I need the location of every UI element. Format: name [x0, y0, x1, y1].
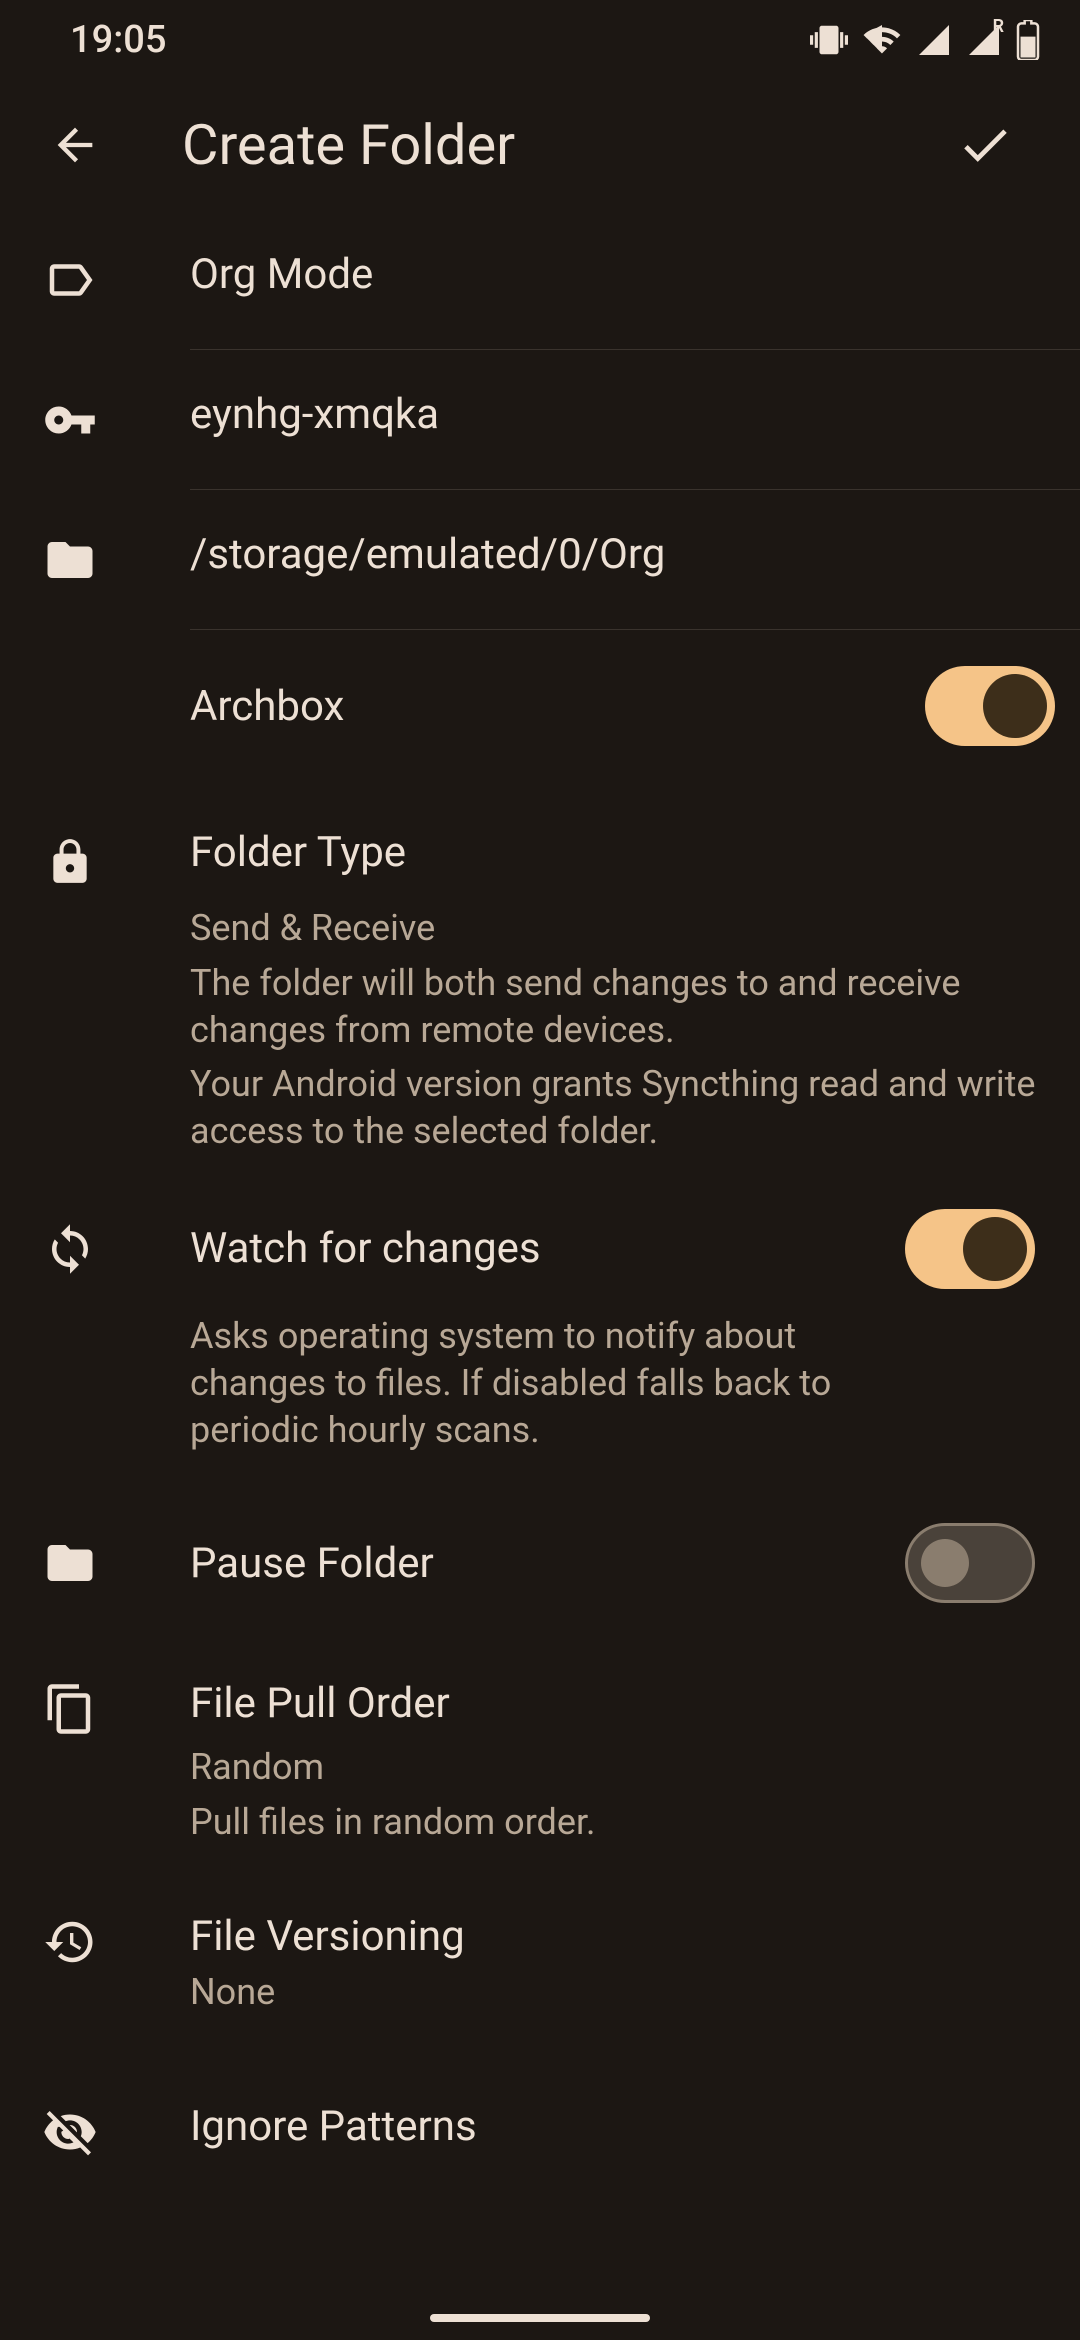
folder-icon	[40, 530, 100, 590]
signal-icon-1	[916, 22, 952, 58]
folder-type-desc1: The folder will both send changes to and…	[190, 960, 1040, 1054]
folder-id-value: eynhg-xmqka	[190, 390, 1040, 439]
pause-folder-toggle[interactable]	[905, 1523, 1035, 1603]
nav-handle[interactable]	[430, 2314, 650, 2322]
page-title: Create Folder	[182, 112, 950, 178]
arrow-back-icon	[49, 119, 101, 171]
pull-order-row[interactable]: File Pull Order Random Pull files in ran…	[0, 1643, 1080, 1882]
status-icons: R	[810, 20, 1040, 60]
pull-order-title: File Pull Order	[190, 1679, 1040, 1728]
folder-type-row[interactable]: Folder Type Send & Receive The folder wi…	[0, 782, 1080, 1185]
device-name: Archbox	[190, 682, 925, 731]
pause-folder-row[interactable]: Pause Folder	[0, 1483, 1080, 1643]
watch-changes-desc: Asks operating system to notify about ch…	[190, 1313, 1035, 1453]
watch-changes-toggle[interactable]	[905, 1209, 1035, 1289]
folder-type-title: Folder Type	[190, 828, 1040, 877]
folder-type-value: Send & Receive	[190, 905, 1040, 952]
watch-changes-title: Watch for changes	[190, 1224, 905, 1273]
versioning-row[interactable]: File Versioning None	[0, 1882, 1080, 2046]
check-icon	[956, 116, 1014, 174]
pause-folder-title: Pause Folder	[190, 1539, 897, 1588]
ignore-patterns-title: Ignore Patterns	[190, 2102, 1040, 2151]
folder-icon-2	[40, 1533, 100, 1593]
status-time: 19:05	[70, 18, 166, 62]
copy-icon	[40, 1679, 100, 1739]
folder-id-row[interactable]: eynhg-xmqka	[0, 350, 1080, 490]
device-archbox-toggle[interactable]	[925, 666, 1055, 746]
versioning-title: File Versioning	[190, 1912, 1040, 1961]
folder-path-value: /storage/emulated/0/Org	[190, 530, 1040, 579]
content: Org Mode eynhg-xmqka /storage/emulated/0…	[0, 210, 1080, 2218]
sync-icon	[40, 1219, 100, 1279]
vibrate-icon	[810, 21, 848, 59]
folder-path-row[interactable]: /storage/emulated/0/Org	[0, 490, 1080, 630]
confirm-button[interactable]	[950, 110, 1020, 180]
watch-changes-row[interactable]: Watch for changes Asks operating system …	[0, 1185, 1080, 1483]
wifi-icon	[862, 20, 902, 60]
folder-label-value: Org Mode	[190, 250, 1040, 299]
signal-icon-2: R	[966, 22, 1002, 58]
pull-order-value: Random	[190, 1744, 1040, 1791]
back-button[interactable]	[40, 110, 110, 180]
folder-label-row[interactable]: Org Mode	[0, 210, 1080, 350]
visibility-off-icon	[40, 2102, 100, 2162]
battery-icon	[1016, 20, 1040, 60]
label-icon	[40, 250, 100, 310]
versioning-value: None	[190, 1969, 1040, 2016]
app-bar: Create Folder	[0, 80, 1080, 210]
key-icon	[40, 390, 100, 450]
history-icon	[40, 1912, 100, 1972]
pull-order-desc: Pull files in random order.	[190, 1799, 1040, 1846]
device-archbox-row[interactable]: Archbox	[0, 630, 1080, 782]
ignore-patterns-row[interactable]: Ignore Patterns	[0, 2046, 1080, 2218]
lock-icon	[40, 832, 100, 892]
folder-type-desc2: Your Android version grants Syncthing re…	[190, 1061, 1040, 1155]
status-bar: 19:05 R	[0, 0, 1080, 80]
